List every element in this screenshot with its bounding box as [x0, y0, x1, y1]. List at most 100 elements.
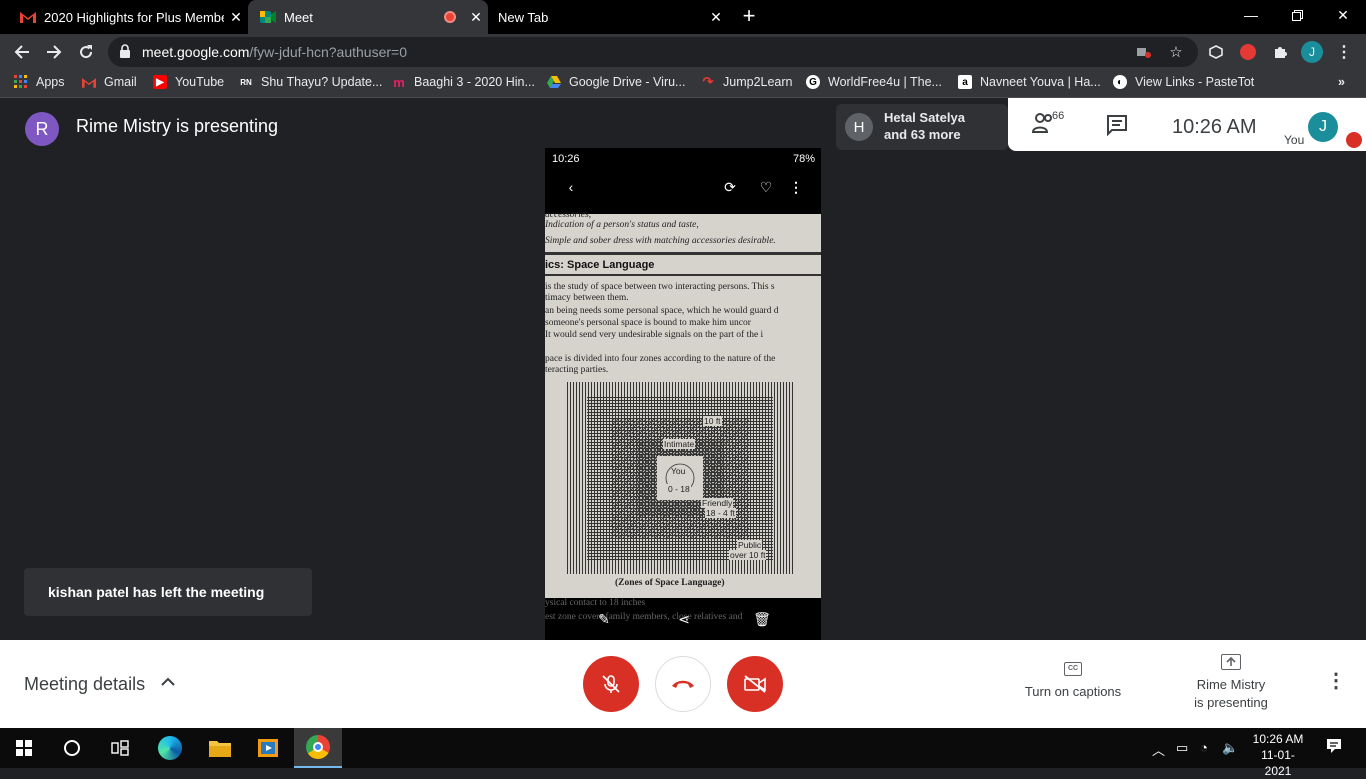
phone-rotate-icon: ⟳ — [724, 178, 736, 195]
tab-new-tab[interactable]: New Tab ✕ — [488, 0, 728, 34]
zone-friendly-label: Friendly — [701, 498, 734, 508]
restore-button[interactable] — [1274, 0, 1320, 30]
bookmark-label: Navneet Youva | Ha... — [980, 75, 1101, 89]
gmail-icon — [20, 9, 36, 25]
browser-toolbar: meet.google.com/fyw-jduf-hcn?authuser=0 … — [0, 34, 1366, 70]
profile-avatar[interactable]: J — [1298, 38, 1326, 66]
present-label-2: is presenting — [1194, 695, 1268, 710]
media-player-icon — [258, 739, 278, 757]
captions-label: Turn on captions — [1024, 684, 1122, 699]
close-tab-icon[interactable]: ✕ — [464, 9, 488, 26]
address-bar[interactable]: meet.google.com/fyw-jduf-hcn?authuser=0 … — [108, 37, 1198, 67]
bookmark-worldfree4u[interactable]: G WorldFree4u | The... — [806, 75, 942, 89]
phone-menu-icon: ⋮ — [789, 178, 803, 195]
zone-public-label: Public — [737, 540, 763, 550]
tab-gmail[interactable]: 2020 Highlights for Plus Member ✕ — [8, 0, 248, 34]
wifi-icon[interactable]: ◔ — [1200, 740, 1208, 755]
people-count: 66 — [1052, 110, 1065, 122]
minimize-button[interactable]: — — [1228, 0, 1274, 30]
section-heading: ics: Space Language — [545, 259, 655, 271]
microphone-toggle-button[interactable] — [583, 656, 639, 712]
tab-title: 2020 Highlights for Plus Member — [44, 9, 224, 25]
leave-call-button[interactable] — [655, 656, 711, 712]
start-button[interactable] — [0, 728, 48, 768]
extension-red-icon[interactable] — [1234, 38, 1262, 66]
browser-menu-icon[interactable]: ⋮ — [1330, 38, 1358, 66]
bookmark-label: Shu Thayu? Update... — [261, 75, 383, 89]
document-page: accessories, Indication of a person's st… — [545, 210, 821, 624]
bookmark-apps[interactable]: Apps — [14, 75, 65, 89]
bookmark-label: WorldFree4u | The... — [828, 75, 942, 89]
doc-line: an being needs some personal space, whic… — [545, 306, 779, 316]
bookmark-youtube[interactable]: ▶ YouTube — [153, 75, 224, 89]
zone-public-range: over 10 ft — [729, 550, 767, 560]
meet-stage: R Rime Mistry is presenting H Hetal Sate… — [0, 98, 1366, 640]
phone-battery: 78% — [792, 153, 815, 165]
close-tab-icon[interactable]: ✕ — [704, 9, 728, 26]
self-avatar: J — [1308, 112, 1338, 142]
back-button[interactable] — [8, 38, 36, 66]
chat-button[interactable] — [1106, 114, 1128, 137]
search-button[interactable] — [48, 728, 96, 768]
participant-more: and 63 more — [884, 127, 961, 142]
tray-chevron-icon[interactable]: ︿ — [1152, 740, 1165, 759]
extensions-puzzle-icon[interactable] — [1266, 38, 1294, 66]
folder-icon — [209, 741, 231, 757]
phone-back-icon: ‹ — [568, 179, 574, 195]
url-path: /fyw-jduf-hcn?authuser=0 — [249, 44, 407, 60]
chevron-up-icon[interactable] — [160, 674, 176, 690]
participant-tile[interactable]: H Hetal Satelya and 63 more — [836, 104, 1008, 150]
bookmark-google-drive[interactable]: Google Drive - Viru... — [547, 75, 685, 89]
phone-bottom-area: ysical contact to 18 inches est zone cov… — [545, 598, 821, 640]
tray-clock[interactable]: 10:26 AM 11-01-2021 — [1248, 731, 1308, 779]
bookmark-label: Jump2Learn — [723, 75, 793, 89]
doc-line: pace is divided into four zones accordin… — [545, 354, 776, 364]
bookmarks-overflow-icon[interactable]: » — [1338, 75, 1345, 89]
self-muted-icon — [1346, 132, 1362, 148]
extension-cube-icon[interactable] — [1202, 38, 1230, 66]
doc-line: someone's personal space is bound to mak… — [545, 318, 751, 328]
bookmark-navneet[interactable]: a Navneet Youva | Ha... — [958, 75, 1101, 89]
close-window-button[interactable]: ✕ — [1320, 0, 1366, 30]
volume-icon[interactable]: 🔈 — [1222, 740, 1238, 756]
hang-up-icon — [672, 680, 694, 688]
camera-off-icon — [744, 675, 766, 693]
reload-button[interactable] — [72, 38, 100, 66]
media-player-button[interactable] — [244, 728, 292, 768]
task-view-button[interactable] — [96, 728, 144, 768]
chrome-taskbar-button[interactable] — [294, 728, 342, 768]
present-button[interactable]: Rime Mistry is presenting — [1176, 652, 1286, 712]
battery-icon[interactable]: ▭ — [1176, 740, 1188, 756]
meeting-details-button[interactable]: Meeting details — [24, 674, 145, 695]
bookmark-jump2learn[interactable]: ↷ Jump2Learn — [701, 74, 793, 89]
bookmark-shu-thayu[interactable]: RN Shu Thayu? Update... — [239, 75, 382, 89]
zone-intimate-range: 0 - 18 — [667, 484, 691, 494]
tab-title: Meet — [284, 9, 313, 25]
forward-button[interactable] — [40, 38, 68, 66]
shared-screen: 10:26 78% ‹ ⟳ ♡ ⋮ accessories, Indicatio… — [545, 148, 821, 640]
you-label: You — [1284, 133, 1305, 147]
camera-blocked-icon[interactable] — [1130, 38, 1158, 66]
bookmark-baaghi[interactable]: m Baaghi 3 - 2020 Hin... — [392, 74, 535, 90]
chat-icon — [1107, 115, 1127, 137]
notifications-icon[interactable] — [1326, 738, 1342, 757]
m-icon: m — [393, 74, 405, 90]
file-explorer-button[interactable] — [196, 728, 244, 768]
edge-taskbar-button[interactable] — [146, 728, 194, 768]
phone-share-icon: ⋖ — [678, 610, 690, 627]
new-tab-button[interactable]: + — [737, 5, 761, 29]
more-options-icon[interactable]: ⋮ — [1326, 671, 1346, 694]
tray-date: 11-01-2021 — [1261, 748, 1295, 778]
close-tab-icon[interactable]: ✕ — [224, 9, 248, 26]
bookmarks-bar: Apps Gmail ▶ YouTube RN Shu Thayu? Updat… — [0, 70, 1366, 98]
bookmark-label: Google Drive - Viru... — [569, 75, 686, 89]
bookmark-gmail[interactable]: Gmail — [82, 75, 137, 89]
camera-toggle-button[interactable] — [727, 656, 783, 712]
tab-meet[interactable]: Meet ✕ — [248, 0, 488, 34]
captions-button[interactable]: CC Turn on captions — [1010, 662, 1136, 699]
participant-avatar: H — [845, 113, 873, 141]
bookmark-star-icon[interactable]: ☆ — [1162, 38, 1190, 66]
people-button[interactable]: 66 — [1031, 110, 1072, 138]
recording-icon — [444, 11, 456, 23]
bookmark-view-links[interactable]: ◐ View Links - PasteTot — [1113, 75, 1254, 89]
